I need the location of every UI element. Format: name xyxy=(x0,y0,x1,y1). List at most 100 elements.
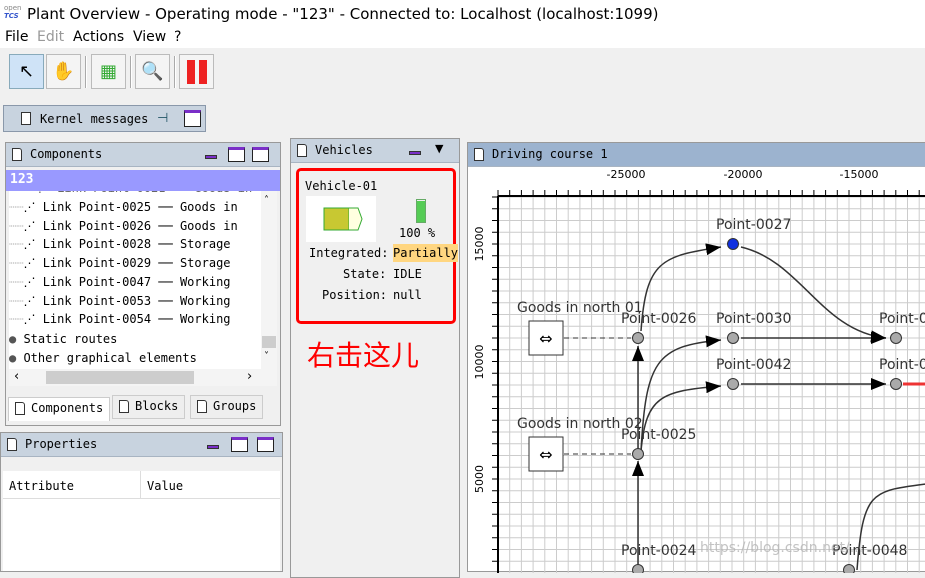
minimize-icon[interactable] xyxy=(207,445,219,449)
column-attribute[interactable]: Attribute xyxy=(3,471,141,499)
opentcs-logo: open TCS xyxy=(4,4,22,20)
tree-line: ┈┈ xyxy=(9,256,24,271)
point-marker[interactable] xyxy=(890,378,902,390)
tree-root-selected[interactable]: 123 xyxy=(6,170,280,191)
minimize-icon[interactable] xyxy=(409,151,421,155)
document-icon xyxy=(15,402,25,415)
pause-icon xyxy=(186,59,207,84)
driving-course-title: Driving course 1 xyxy=(492,147,608,161)
menu-edit[interactable]: Edit xyxy=(37,29,64,45)
vertical-scrollbar[interactable]: ˄ ˅ xyxy=(261,191,277,369)
create-order-button[interactable]: ▦ xyxy=(91,54,126,89)
tree-line: ┈┈ xyxy=(9,200,24,214)
location-icon: ⇔ xyxy=(539,329,552,348)
document-icon xyxy=(21,112,31,125)
scroll-left-icon[interactable]: ‹ xyxy=(14,369,19,384)
hand-icon: ✋ xyxy=(52,61,75,82)
point-label: Point-0 xyxy=(879,357,925,373)
components-title: Components xyxy=(30,147,103,161)
menu-file[interactable]: File xyxy=(5,29,28,45)
tree-line: ┈┈ xyxy=(9,237,24,252)
point-marker[interactable] xyxy=(727,332,739,344)
document-icon xyxy=(119,400,129,413)
scroll-thumb[interactable] xyxy=(262,336,276,348)
tree-item[interactable]: ┈┈⋰ Link Point-0025 ── Goods in xyxy=(9,200,238,218)
bullet-icon: ● xyxy=(9,332,24,346)
tab-blocks[interactable]: Blocks xyxy=(112,395,186,419)
point-label: Point-0027 xyxy=(716,217,791,233)
vehicle-name: Vehicle-01 xyxy=(305,179,378,193)
vehicle-icon xyxy=(323,207,363,231)
tree-group-label: Other graphical elements xyxy=(23,351,197,365)
drag-tool-button[interactable]: ✋ xyxy=(46,54,81,89)
driving-course-header: Driving course 1 xyxy=(468,143,925,167)
tab-label: Groups xyxy=(213,399,257,413)
scroll-thumb[interactable] xyxy=(46,371,194,384)
dropdown-icon[interactable]: ▼ xyxy=(435,142,443,155)
horizontal-scrollbar[interactable]: ‹ › xyxy=(9,369,277,386)
properties-title: Properties xyxy=(25,437,98,451)
point-label: Point-0026 xyxy=(621,311,697,327)
tree-group[interactable]: ● Static routes xyxy=(9,332,117,350)
location-icon: ⇔ xyxy=(539,445,552,464)
separator xyxy=(174,56,176,88)
maximize-icon[interactable] xyxy=(252,147,269,162)
select-tool-button[interactable]: ↖ xyxy=(9,54,44,89)
point-marker[interactable] xyxy=(727,238,739,250)
vehicle-card[interactable]: Vehicle-01 100 % Integrated: Partially S… xyxy=(296,168,459,324)
tree-item[interactable]: ┈┈⋰ Link Point-0026 ── Goods in xyxy=(9,219,238,237)
point-marker[interactable] xyxy=(890,332,902,344)
restore-icon[interactable] xyxy=(184,110,201,127)
tree-item[interactable]: ┈┈⋰ Link Point-0029 ── Storage xyxy=(9,256,231,274)
tab-components[interactable]: Components xyxy=(8,397,111,421)
point-marker[interactable] xyxy=(727,378,739,390)
link-icon: ⋰ xyxy=(23,312,43,327)
vehicles-header: Vehicles ▼ xyxy=(291,139,459,163)
maximize-icon[interactable] xyxy=(257,437,274,452)
vehicles-panel: Vehicles ▼ Vehicle-01 100 % Integrated: … xyxy=(290,138,460,578)
link-icon: ⋰ xyxy=(23,274,43,289)
tree-group-label: Static routes xyxy=(23,332,118,346)
document-icon xyxy=(12,148,22,161)
scroll-down-icon[interactable]: ˅ xyxy=(264,351,269,362)
tree-item[interactable]: ┈┈⋰ Link Point-0028 ── Storage xyxy=(9,237,231,255)
bullet-icon: ● xyxy=(9,351,24,365)
vehicle-figure xyxy=(306,196,376,242)
menu-help[interactable]: ? xyxy=(174,29,181,45)
scroll-right-icon[interactable]: › xyxy=(247,369,252,384)
tree-item[interactable]: ⋰ Link Point-0021 ── Goods in xyxy=(9,191,252,199)
select-arrow-icon: ↖ xyxy=(18,61,35,82)
column-value[interactable]: Value xyxy=(141,471,280,499)
x-tick-label: -15000 xyxy=(840,168,879,181)
find-vehicle-icon: 🔍 xyxy=(141,61,164,82)
tree-item[interactable]: ┈┈⋰ Link Point-0047 ── Working xyxy=(9,275,231,293)
tree-item-label: Link Point-0029 ── Storage xyxy=(42,256,231,271)
document-icon xyxy=(7,438,17,451)
link-icon: ⋰ xyxy=(23,218,43,233)
point-marker[interactable] xyxy=(632,332,644,344)
tree-item-label: Link Point-0025 ── Goods in xyxy=(42,200,238,214)
components-header: Components xyxy=(6,143,280,167)
scroll-up-icon[interactable]: ˄ xyxy=(264,195,269,206)
driving-course-canvas[interactable]: -25000 -20000 -1500015000100005000⇔Goods i… xyxy=(468,168,925,573)
tab-groups[interactable]: Groups xyxy=(190,395,264,419)
find-vehicle-button[interactable]: 🔍 xyxy=(135,54,170,89)
tree-item[interactable]: ┈┈⋰ Link Point-0054 ── Working xyxy=(9,312,231,330)
float-icon[interactable] xyxy=(231,437,248,452)
minimize-icon[interactable] xyxy=(205,155,217,159)
battery-level: 100 % xyxy=(399,226,436,240)
menu-view[interactable]: View xyxy=(133,29,166,45)
link-icon: ⋰ xyxy=(23,237,43,252)
y-tick-label: 5000 xyxy=(473,465,486,493)
tree-line: ┈┈ xyxy=(9,274,24,289)
tree-group[interactable]: ● Other graphical elements xyxy=(9,351,197,369)
pin-icon[interactable]: ⊣ xyxy=(157,111,168,126)
tree-item[interactable]: ┈┈⋰ Link Point-0053 ── Working xyxy=(9,294,231,312)
menu-actions[interactable]: Actions xyxy=(73,29,124,45)
float-icon[interactable] xyxy=(228,147,245,162)
kernel-messages-tab[interactable]: Kernel messages ⊣ xyxy=(3,105,206,132)
point-marker[interactable] xyxy=(632,448,644,460)
properties-header: Properties xyxy=(1,433,282,457)
pause-button[interactable] xyxy=(179,54,214,89)
tree-line: ┈┈ xyxy=(9,312,24,327)
